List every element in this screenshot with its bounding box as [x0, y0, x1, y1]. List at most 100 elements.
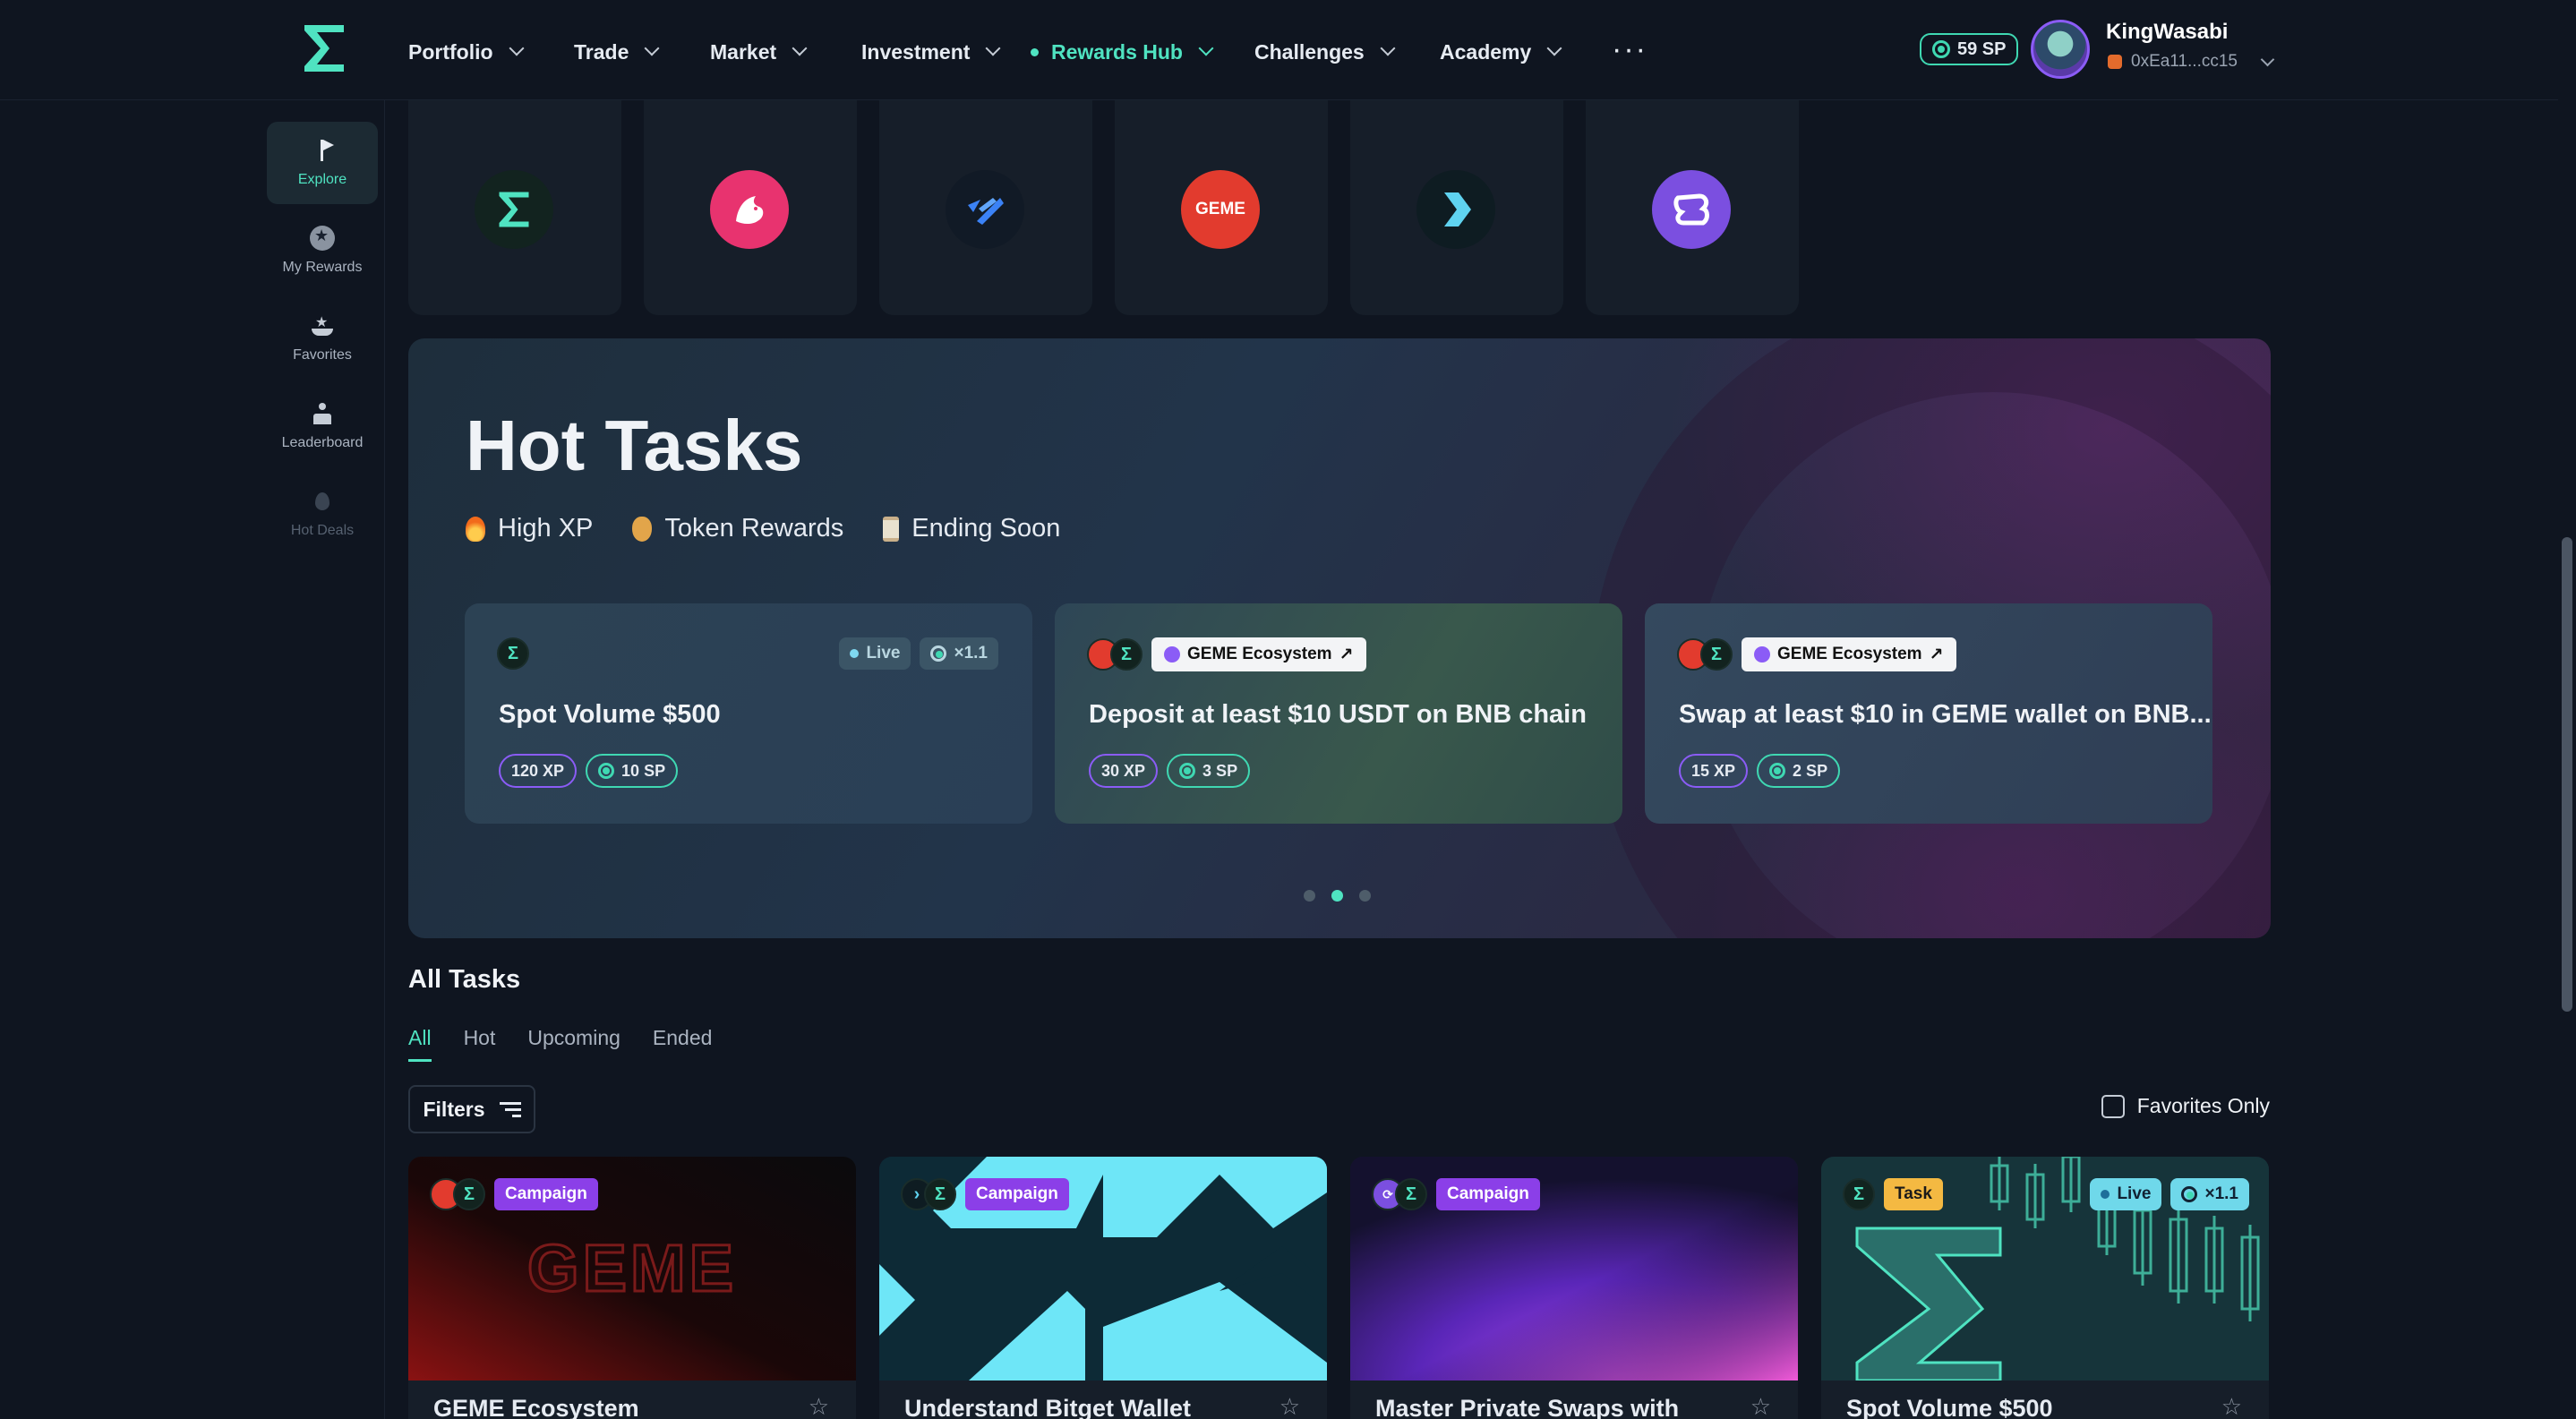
sp-reward-value: 10 SP	[621, 761, 666, 780]
ecosystem-link[interactable]: GEME Ecosystem ↗	[1151, 637, 1366, 671]
ecosystem-icon	[1164, 646, 1180, 662]
task-rewards: 120 XP 10 SP	[499, 754, 679, 788]
carousel-dot-active[interactable]	[1331, 890, 1343, 902]
sidebar-item-hot-deals[interactable]: Hot Deals	[267, 473, 378, 555]
favorite-star-icon[interactable]: ☆	[2221, 1393, 2242, 1419]
task-card-bitget[interactable]: › Σ Campaign Understand Bitget Wallet ☆	[879, 1157, 1327, 1419]
sigma-logo-icon: Σ	[1700, 638, 1733, 671]
chevron-down-icon	[509, 40, 525, 56]
sidebar-item-label: Favorites	[293, 347, 352, 363]
tag-token-rewards: Token Rewards	[632, 514, 843, 543]
unicorn-logo-icon	[710, 170, 789, 249]
task-card-private-swaps[interactable]: ⟳ Σ Campaign Master Private Swaps with ☆	[1350, 1157, 1798, 1419]
tab-hot[interactable]: Hot	[464, 1026, 496, 1062]
nav-market[interactable]: Market	[710, 36, 808, 68]
stripes-logo-icon	[946, 170, 1024, 249]
nav-investment[interactable]: Investment	[861, 36, 1001, 68]
rewards-sidebar: Explore My Rewards Favorites Leaderboard…	[260, 100, 385, 1419]
nav-rewards-hub[interactable]: Rewards Hub	[1031, 36, 1214, 68]
hot-task-card[interactable]: Σ GEME Ecosystem ↗ Swap at least $10 in …	[1645, 603, 2212, 824]
favorite-star-icon[interactable]: ☆	[1750, 1393, 1771, 1419]
more-menu-icon[interactable]: ···	[1612, 34, 1647, 64]
wallet-address: 0xEa11...cc15	[2131, 52, 2238, 71]
wallet-selector[interactable]: 0xEa11...cc15	[2108, 52, 2275, 72]
sidebar-item-label: Hot Deals	[290, 523, 355, 538]
tag-high-xp: High XP	[466, 514, 593, 543]
partner-card-uniswap[interactable]	[644, 100, 857, 315]
tab-ended[interactable]: Ended	[653, 1026, 713, 1062]
hot-task-card[interactable]: Σ Live ×1.1 Spot Volume $500 120 XP 10 S…	[465, 603, 1032, 824]
hourglass-icon	[883, 516, 900, 542]
favorites-only-label: Favorites Only	[2136, 1094, 2270, 1117]
filter-icon	[499, 1101, 521, 1117]
task-card-spot-volume[interactable]: Σ Task Live ×1.1 Spot Volume $500 ☆	[1821, 1157, 2269, 1419]
sigma-logo-icon: Σ	[1110, 638, 1143, 671]
favorites-only-toggle[interactable]: Favorites Only	[2101, 1094, 2270, 1118]
sidebar-item-label: Explore	[297, 172, 347, 187]
sp-coin-icon	[1179, 763, 1196, 779]
multiplier-badge: ×1.1	[2170, 1178, 2249, 1210]
task-logos: Σ GEME Ecosystem ↗	[1677, 637, 1956, 671]
filters-label: Filters	[423, 1097, 485, 1121]
sp-coin-icon	[1769, 763, 1786, 779]
favorites-only-checkbox[interactable]	[2101, 1094, 2125, 1118]
nav-portfolio[interactable]: Portfolio	[408, 36, 525, 68]
card-logos: ⟳ Σ Campaign	[1372, 1178, 1540, 1210]
sidebar-item-leaderboard[interactable]: Leaderboard	[267, 385, 378, 467]
page-scrollbar-thumb[interactable]	[2562, 537, 2572, 1012]
leaderboard-icon	[310, 401, 335, 426]
multiplier-badge: ×1.1	[920, 637, 998, 670]
sp-reward-value: 3 SP	[1202, 761, 1238, 780]
geme-logo-icon: GEME	[1181, 170, 1260, 249]
sp-reward: 10 SP	[586, 754, 679, 788]
filters-button[interactable]: Filters	[408, 1085, 535, 1133]
partner-card-sigma[interactable]	[408, 100, 621, 315]
ecosystem-label: GEME Ecosystem	[1777, 645, 1922, 663]
ecosystem-link[interactable]: GEME Ecosystem ↗	[1742, 637, 1956, 671]
nav-label: Investment	[861, 39, 971, 64]
tab-all[interactable]: All	[408, 1026, 432, 1062]
sp-balance-badge[interactable]: 59 SP	[1920, 33, 2019, 65]
chevron-down-icon	[985, 40, 1001, 56]
partner-card-6[interactable]	[1586, 100, 1799, 315]
carousel-pagination	[1304, 890, 1371, 902]
partner-card-5[interactable]	[1350, 100, 1563, 315]
avatar[interactable]	[2031, 20, 2090, 79]
sigma-logo-icon[interactable]	[295, 20, 353, 77]
live-label: Live	[2117, 1184, 2152, 1203]
task-rewards: 15 XP 2 SP	[1679, 754, 1841, 788]
carousel-dot[interactable]	[1359, 890, 1371, 902]
svg-text:GEME: GEME	[527, 1231, 737, 1305]
active-dot-icon	[1031, 47, 1039, 56]
sp-reward: 2 SP	[1757, 754, 1841, 788]
sigma-logo-icon: Σ	[1843, 1178, 1875, 1210]
task-card-geme[interactable]: GEME Σ Campaign GEME Ecosystem ☆	[408, 1157, 856, 1419]
arrow-logo-icon	[1416, 170, 1495, 249]
favorite-star-icon[interactable]: ☆	[809, 1393, 829, 1419]
chevron-down-icon	[792, 40, 808, 56]
sidebar-item-favorites[interactable]: Favorites	[267, 297, 378, 380]
sidebar-item-my-rewards[interactable]: My Rewards	[267, 209, 378, 292]
hot-task-card[interactable]: Σ GEME Ecosystem ↗ Deposit at least $10 …	[1055, 603, 1622, 824]
nav-label: Challenges	[1254, 39, 1365, 64]
partner-card-geme[interactable]: GEME	[1115, 100, 1328, 315]
xp-reward: 15 XP	[1679, 754, 1749, 788]
nav-trade[interactable]: Trade	[574, 36, 660, 68]
carousel-dot[interactable]	[1304, 890, 1315, 902]
favorite-star-icon[interactable]: ☆	[1279, 1393, 1300, 1419]
category-badge: Campaign	[1436, 1178, 1540, 1210]
task-tabs: All Hot Upcoming Ended	[408, 1026, 712, 1062]
nav-label: Rewards Hub	[1051, 39, 1183, 64]
card-title: GEME Ecosystem	[433, 1395, 639, 1419]
nav-academy[interactable]: Academy	[1440, 36, 1562, 68]
sp-coin-icon	[1932, 40, 1950, 58]
tab-upcoming[interactable]: Upcoming	[527, 1026, 620, 1062]
live-dot-icon	[850, 649, 860, 658]
task-logos: Σ	[497, 637, 529, 670]
nav-label: Market	[710, 39, 777, 64]
partner-card-3[interactable]	[879, 100, 1092, 315]
nav-challenges[interactable]: Challenges	[1254, 36, 1396, 68]
tag-label: Ending Soon	[911, 514, 1061, 543]
user-name[interactable]: KingWasabi	[2106, 20, 2228, 45]
sidebar-item-explore[interactable]: Explore	[267, 122, 378, 204]
